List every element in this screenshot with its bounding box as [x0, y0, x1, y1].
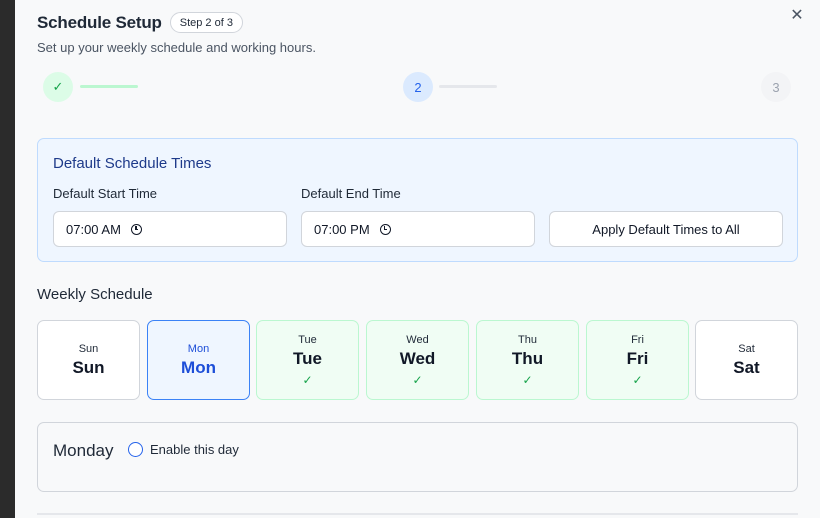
day-name: Mon	[181, 357, 216, 377]
day-card-mon[interactable]: Mon Mon	[147, 320, 250, 400]
schedule-setup-modal: ✕ Schedule Setup Step 2 of 3 Set up your…	[15, 0, 820, 518]
default-end-time-input[interactable]: 07:00 PM	[301, 211, 535, 247]
day-card-sat[interactable]: Sat Sat	[695, 320, 798, 400]
day-name: Sun	[72, 357, 105, 377]
start-time-value: 07:00 AM	[66, 221, 121, 237]
day-name: Wed	[399, 348, 436, 368]
day-abbr: Wed	[406, 333, 429, 346]
day-name: Tue	[293, 348, 322, 368]
step-connector	[80, 85, 138, 88]
step-badge: Step 2 of 3	[169, 12, 243, 33]
day-card-wed[interactable]: Wed Wed ✓	[366, 320, 469, 400]
apply-default-times-button[interactable]: Apply Default Times to All	[549, 211, 783, 247]
clock-icon[interactable]	[130, 223, 142, 235]
day-abbr: Fri	[631, 333, 644, 346]
check-icon: ✓	[632, 372, 643, 387]
default-start-time-input[interactable]: 07:00 AM	[53, 211, 287, 247]
start-time-label: Default Start Time	[53, 186, 158, 201]
check-icon: ✓	[302, 372, 313, 387]
day-abbr: Mon	[187, 342, 210, 355]
day-card-tue[interactable]: Tue Tue ✓	[256, 320, 359, 400]
weekly-schedule-title: Weekly Schedule	[37, 286, 153, 303]
enable-day-toggle[interactable]: Enable this day	[128, 442, 239, 457]
modal-subtitle: Set up your weekly schedule and working …	[37, 40, 316, 55]
clock-icon[interactable]	[379, 223, 391, 235]
step-2-current: 2	[403, 72, 433, 102]
backdrop	[0, 0, 15, 518]
end-time-label: Default End Time	[301, 186, 401, 201]
section-divider	[37, 513, 798, 515]
enable-day-label: Enable this day	[150, 442, 239, 457]
step-connector	[439, 85, 497, 88]
day-card-fri[interactable]: Fri Fri ✓	[586, 320, 689, 400]
step-1-complete-check-icon: ✓	[43, 72, 73, 102]
stepper: ✓ 2 3	[15, 72, 820, 102]
check-icon: ✓	[522, 372, 533, 387]
day-card-thu[interactable]: Thu Thu ✓	[476, 320, 579, 400]
day-detail-panel: Monday Enable this day	[37, 422, 798, 492]
day-selector: Sun Sun Mon Mon Tue Tue ✓ Wed Wed ✓ Thu …	[37, 320, 798, 400]
enable-day-radio[interactable]	[128, 442, 143, 457]
day-name: Thu	[511, 348, 544, 368]
day-name: Fri	[626, 348, 649, 368]
day-card-sun[interactable]: Sun Sun	[37, 320, 140, 400]
day-abbr: Tue	[298, 333, 317, 346]
modal-title: Schedule Setup	[37, 12, 162, 32]
day-abbr: Sat	[738, 342, 755, 355]
day-detail-title: Monday	[53, 441, 114, 460]
end-time-value: 07:00 PM	[314, 221, 370, 237]
close-icon[interactable]: ✕	[788, 6, 806, 24]
default-times-panel: Default Schedule Times Default Start Tim…	[37, 138, 798, 262]
check-icon: ✓	[412, 372, 423, 387]
day-abbr: Thu	[518, 333, 537, 346]
step-3-upcoming: 3	[761, 72, 791, 102]
modal-header: Schedule Setup Step 2 of 3	[37, 12, 243, 33]
default-times-title: Default Schedule Times	[53, 155, 212, 172]
day-name: Sat	[733, 357, 760, 377]
day-abbr: Sun	[78, 342, 99, 355]
